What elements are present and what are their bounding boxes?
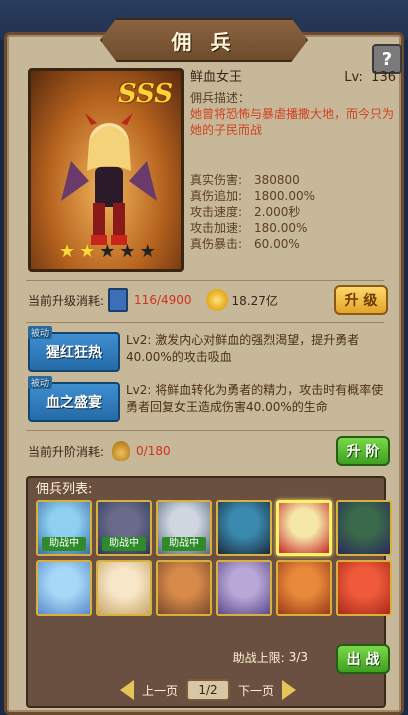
medal-count: 0/180 (136, 444, 171, 458)
page-title: 佣 兵 (171, 29, 237, 54)
hero-card[interactable]: 助战中 (96, 500, 152, 556)
hero-card[interactable] (276, 560, 332, 616)
hero-level: Lv: 136 (344, 70, 396, 85)
skill-2-button[interactable]: 被动 血之盛宴 (28, 376, 120, 422)
skill-2-desc: Lv2: 将鲜血转化为勇者的精力，攻击时有概率使勇者回复女王造成伤害40.00%… (126, 383, 384, 414)
hero-name: 鲜血女王 (190, 70, 243, 85)
skill-2-name: 血之盛宴 (46, 395, 102, 411)
book-count: 116/4900 (134, 293, 192, 307)
hero-avatar (218, 562, 270, 614)
hero-card[interactable] (156, 560, 212, 616)
rank-badge: SSS (117, 79, 173, 109)
prev-page-arrow-icon[interactable] (119, 680, 134, 700)
skill-1-button[interactable]: 被动 猩红狂热 (28, 326, 120, 372)
hero-avatar (338, 502, 390, 554)
upgrade-button[interactable]: 升 级 (334, 285, 388, 315)
stat-row: 攻击速度: 2.000秒 (190, 205, 301, 219)
hero-card[interactable] (336, 560, 392, 616)
hero-avatar (278, 562, 330, 614)
next-page-arrow-icon[interactable] (282, 680, 297, 700)
stat-row: 真实伤害: 380800 (190, 173, 300, 187)
hero-card[interactable] (216, 560, 272, 616)
hero-avatar (158, 562, 210, 614)
promote-button[interactable]: 升 阶 (336, 436, 390, 466)
gold-count: 18.27亿 (231, 293, 278, 308)
hero-illustration (61, 113, 157, 245)
medal-icon (112, 441, 131, 461)
divider (26, 322, 384, 323)
skill-1-name: 猩红狂热 (46, 345, 102, 361)
assist-row: 助战上限: 3/3 (36, 642, 378, 672)
hero-portrait: SSS ★ ★ ★ ★ ★ (28, 68, 184, 272)
assist-limit-value: 3/3 (288, 650, 308, 664)
next-page-button[interactable]: 下一页 (238, 682, 274, 699)
star-empty-icon: ★ (139, 241, 156, 262)
hero-card[interactable] (216, 500, 272, 556)
hero-description: 她曾将恐怖与暴虐播撒大地，而今只为她的子民而战 (190, 107, 395, 137)
skill-1-desc: Lv2: 激发内心对鲜血的强烈渴望，提升勇者40.00%的攻击吸血 (126, 333, 360, 364)
hero-info: 鲜血女王 Lv: 136 佣兵描述： 她曾将恐怖与暴虐播撒大地，而今只为她的子民… (190, 70, 396, 252)
star-filled-icon: ★ (79, 241, 96, 262)
passive-tag: 被动 (28, 376, 53, 389)
hero-avatar (218, 502, 270, 554)
roster-panel: 佣兵列表: 助战中 助战中 助战中 助战上限: 3/3 出 战 上一页 1/2 下一… (26, 476, 392, 708)
assist-badge: 助战中 (162, 537, 206, 551)
deploy-button[interactable]: 出 战 (336, 644, 390, 674)
upgrade-cost-label: 当前升级消耗: (28, 293, 105, 308)
skill-book-icon (108, 288, 129, 312)
promote-cost-label: 当前升阶消耗: (28, 444, 105, 459)
desc-label: 佣兵描述： (190, 91, 251, 105)
hero-avatar (38, 562, 90, 614)
hero-avatar (338, 562, 390, 614)
divider (26, 430, 384, 431)
hero-card[interactable]: 助战中 (156, 500, 212, 556)
star-rating: ★ ★ ★ ★ ★ (59, 243, 156, 261)
assist-badge: 助战中 (42, 537, 86, 551)
hero-card[interactable] (276, 500, 332, 556)
hero-card[interactable] (36, 560, 92, 616)
page-indicator: 1/2 (186, 679, 230, 701)
skill-1: 被动 猩红狂热 Lv2: 激发内心对鲜血的强烈渴望，提升勇者40.00%的攻击吸… (28, 326, 390, 376)
pager: 上一页 1/2 下一页 (108, 678, 308, 702)
star-empty-icon: ★ (99, 241, 116, 262)
star-filled-icon: ★ (59, 241, 76, 262)
stat-row: 真伤追加: 1800.00% (190, 189, 316, 203)
assist-limit-label: 助战上限: (232, 650, 285, 665)
hero-avatar (279, 503, 329, 553)
stat-list: 真实伤害: 380800 真伤追加: 1800.00% 攻击速度: 2.000秒 攻击… (190, 172, 396, 252)
title-banner: 佣 兵 (100, 18, 308, 62)
gold-coin-icon (205, 289, 228, 311)
stat-row: 真伤暴击: 60.00% (190, 237, 300, 251)
hero-card[interactable] (96, 560, 152, 616)
stat-row: 攻击加速: 180.00% (190, 221, 308, 235)
assist-badge: 助战中 (102, 537, 146, 551)
hero-avatar (98, 562, 150, 614)
prev-page-button[interactable]: 上一页 (142, 682, 178, 699)
roster-title: 佣兵列表: (36, 482, 93, 497)
star-empty-icon: ★ (119, 241, 136, 262)
hero-card[interactable]: 助战中 (36, 500, 92, 556)
hero-card[interactable] (336, 500, 392, 556)
skill-2: 被动 血之盛宴 Lv2: 将鲜血转化为勇者的精力，攻击时有概率使勇者回复女王造成… (28, 376, 390, 426)
divider (26, 280, 384, 281)
hero-grid: 助战中 助战中 助战中 (36, 500, 392, 616)
passive-tag: 被动 (28, 326, 53, 339)
